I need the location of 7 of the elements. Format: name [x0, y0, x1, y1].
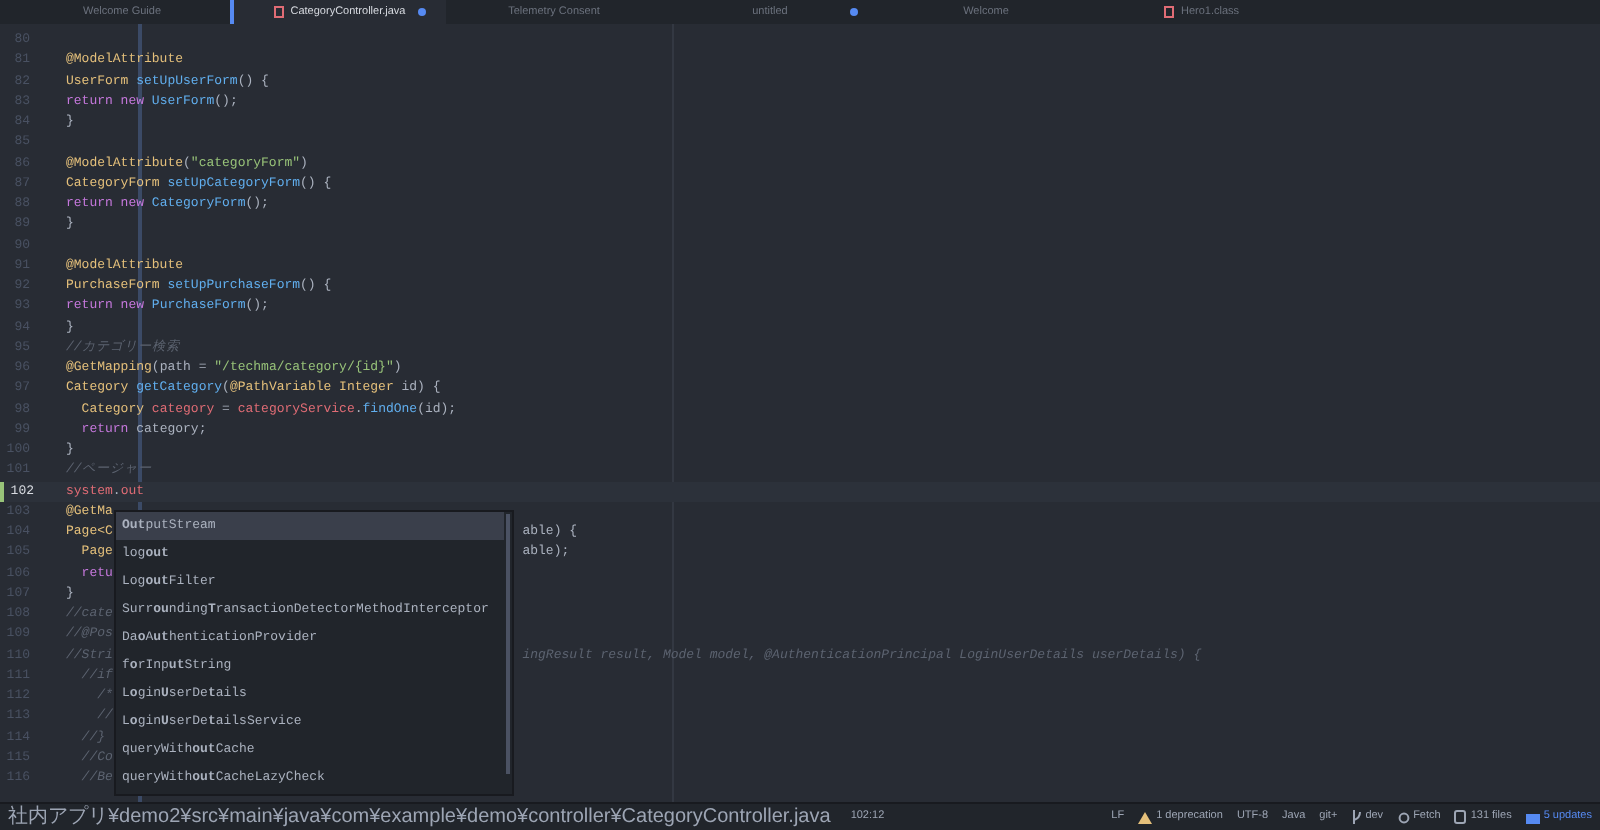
file-path: 社内アプリ¥demo2¥src¥main¥java¥com¥example¥demo¥controller¥CategoryController.java: [8, 805, 831, 829]
branch-icon: [1351, 810, 1362, 824]
file-icon: [1164, 6, 1175, 18]
files-icon: [1454, 810, 1467, 824]
warning-icon: [1138, 811, 1153, 823]
file-icon: [274, 6, 285, 18]
sync-icon: [1397, 811, 1410, 823]
